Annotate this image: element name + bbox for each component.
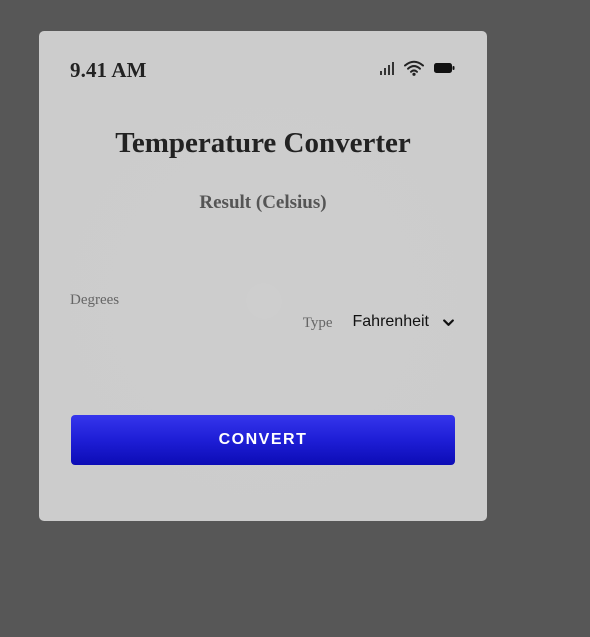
type-row: Type Fahrenheit (303, 311, 454, 332)
unit-type-select[interactable]: Fahrenheit (353, 311, 455, 332)
result-label: Result (Celsius) (199, 192, 327, 213)
status-time: 9.41 AM (70, 57, 147, 82)
wifi-icon (404, 60, 424, 76)
app-title: Temperature Converter (115, 127, 411, 159)
chevron-down-icon (443, 314, 454, 332)
degrees-label: Degrees (70, 292, 120, 308)
status-bar: 9.41 AM (70, 54, 455, 86)
type-label: Type (302, 315, 333, 331)
unit-type-value: Fahrenheit (352, 312, 430, 330)
status-icons (380, 60, 455, 76)
battery-icon (434, 62, 455, 74)
signal-icon (380, 61, 394, 75)
phone-screen: 9.41 AM Temperature Converter Result (Ce… (39, 31, 487, 521)
convert-button[interactable]: CONVERT (71, 415, 455, 465)
